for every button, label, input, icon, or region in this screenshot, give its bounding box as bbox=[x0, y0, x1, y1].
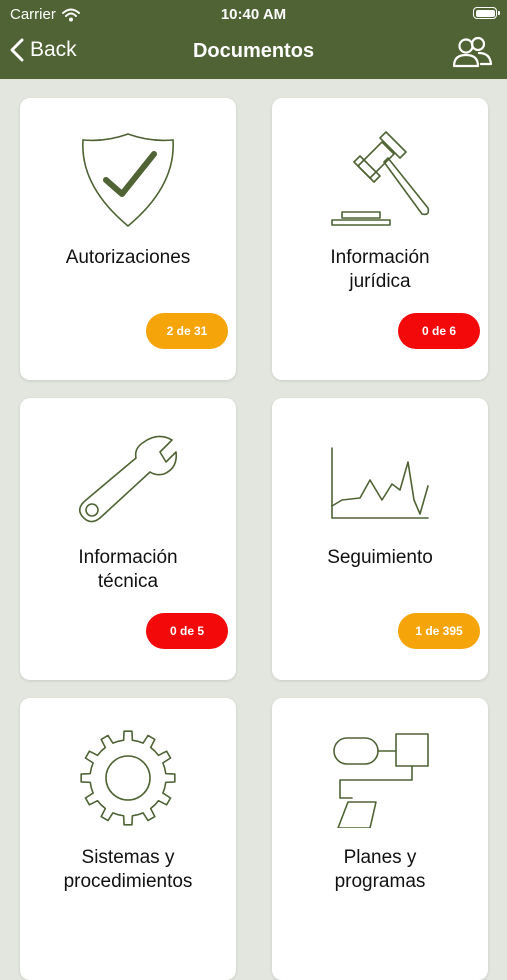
card-label: Información jurídica bbox=[330, 247, 430, 292]
wrench-icon bbox=[78, 435, 178, 523]
card-label: Planes y programas bbox=[334, 847, 426, 892]
status-badge: 0 de 6 bbox=[398, 313, 480, 349]
line-chart-icon bbox=[331, 447, 429, 519]
gear-icon bbox=[80, 730, 176, 826]
card-label: Autorizaciones bbox=[65, 247, 191, 268]
page-title: Documentos bbox=[192, 40, 315, 62]
status-badge: 2 de 31 bbox=[146, 313, 228, 349]
gavel-icon bbox=[331, 131, 430, 226]
card-informacion-juridica[interactable]: Información jurídica 0 de 6 bbox=[272, 98, 488, 380]
navigation-bar: Back Documentos bbox=[0, 30, 507, 74]
card-label: Información técnica bbox=[78, 547, 178, 592]
card-autorizaciones[interactable]: Autorizaciones 2 de 31 bbox=[20, 98, 236, 380]
status-badge: 0 de 5 bbox=[146, 613, 228, 649]
card-sistemas-procedimientos[interactable]: Sistemas y procedimientos bbox=[20, 698, 236, 980]
status-badge: 1 de 395 bbox=[398, 613, 480, 649]
card-informacion-tecnica[interactable]: Información técnica 0 de 5 bbox=[20, 398, 236, 680]
users-icon[interactable] bbox=[451, 36, 493, 70]
flowchart-icon bbox=[333, 733, 429, 828]
shield-check-icon bbox=[82, 133, 174, 228]
card-label: Seguimiento bbox=[327, 547, 433, 568]
card-planes-programas[interactable]: Planes y programas bbox=[272, 698, 488, 980]
battery-icon bbox=[473, 7, 500, 19]
status-bar: Carrier 10:40 AM bbox=[0, 0, 507, 28]
header: Carrier 10:40 AM Back Documentos bbox=[0, 0, 507, 79]
status-time: 10:40 AM bbox=[220, 6, 287, 23]
card-seguimiento[interactable]: Seguimiento 1 de 395 bbox=[272, 398, 488, 680]
card-label: Sistemas y procedimientos bbox=[63, 847, 193, 892]
